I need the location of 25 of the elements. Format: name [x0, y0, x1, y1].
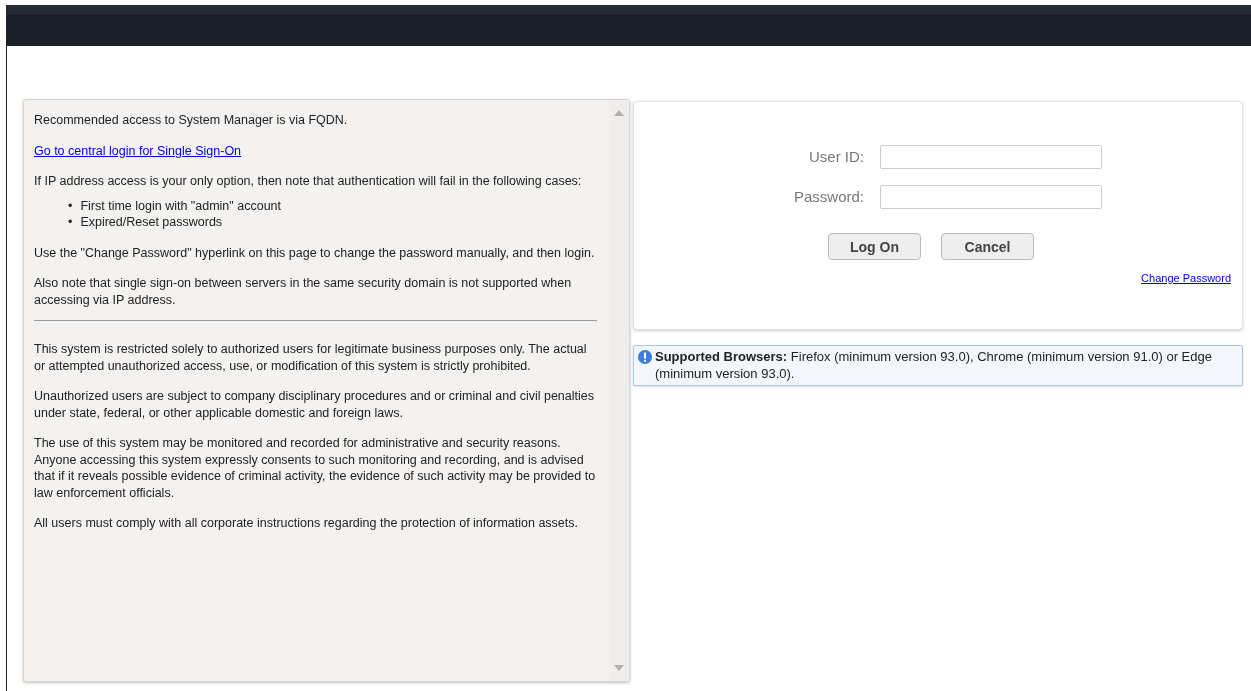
bullet: •: [68, 214, 73, 231]
change-password-link[interactable]: Change Password: [1141, 272, 1231, 284]
legal-text: This system is restricted solely to authorized users for legitimate business purposes only. The actual or attempted unauthorized access, use, or modification of this system is strictly prohibited.: [34, 341, 588, 374]
sso-link[interactable]: Go to central login for Single Sign-On: [34, 143, 242, 158]
list-item: First time login with "admin" account: [80, 197, 281, 214]
info-icon: [638, 350, 652, 364]
list-item: Expired/Reset passwords: [80, 214, 223, 231]
info-text: If IP address access is your only option, then note that authentication will fail in the following cases:: [34, 173, 583, 190]
info-text: Recommended access to System Manager is via FQDN.: [34, 112, 349, 129]
legal-text: All users must comply with all corporate instructions regarding the protection of information assets.: [34, 515, 579, 532]
legal-text: Unauthorized users are subject to company disciplinary procedures and or criminal and civil penalties under state, federal, or other applicable domestic and foreign laws.: [34, 388, 595, 421]
scrollbar[interactable]: [609, 100, 629, 681]
input-field[interactable]: [880, 185, 1102, 209]
log-on-button[interactable]: Log On: [828, 233, 921, 260]
notice-text: Supported Browsers: Firefox (minimum version 93.0), Chrome (minimum version 91.0) or Edge (minimum version 93.0).: [655, 349, 1213, 382]
scroll-down-icon[interactable]: [614, 665, 624, 671]
info-text: Use the "Change Password" hyperlink on this page to change the password manually, and then login.: [34, 244, 596, 261]
info-text: Also note that single sign-on between servers in the same security domain is not supported when accessing via IP address.: [34, 275, 573, 308]
field-label: Password:: [792, 188, 864, 206]
scroll-up-icon[interactable]: [614, 110, 624, 116]
field-label: User ID:: [808, 148, 864, 166]
cancel-button[interactable]: Cancel: [941, 233, 1034, 260]
bullet: •: [68, 197, 73, 214]
input-field[interactable]: [880, 145, 1102, 169]
legal-text: The use of this system may be monitored and recorded for administrative and security reasons. Anyone accessing this system expressly consents to such monitoring and recording, and is advised that if it reveals possible evidence of criminal activity, the evidence of such activity may be provided to law enforcement officials.: [34, 435, 597, 501]
